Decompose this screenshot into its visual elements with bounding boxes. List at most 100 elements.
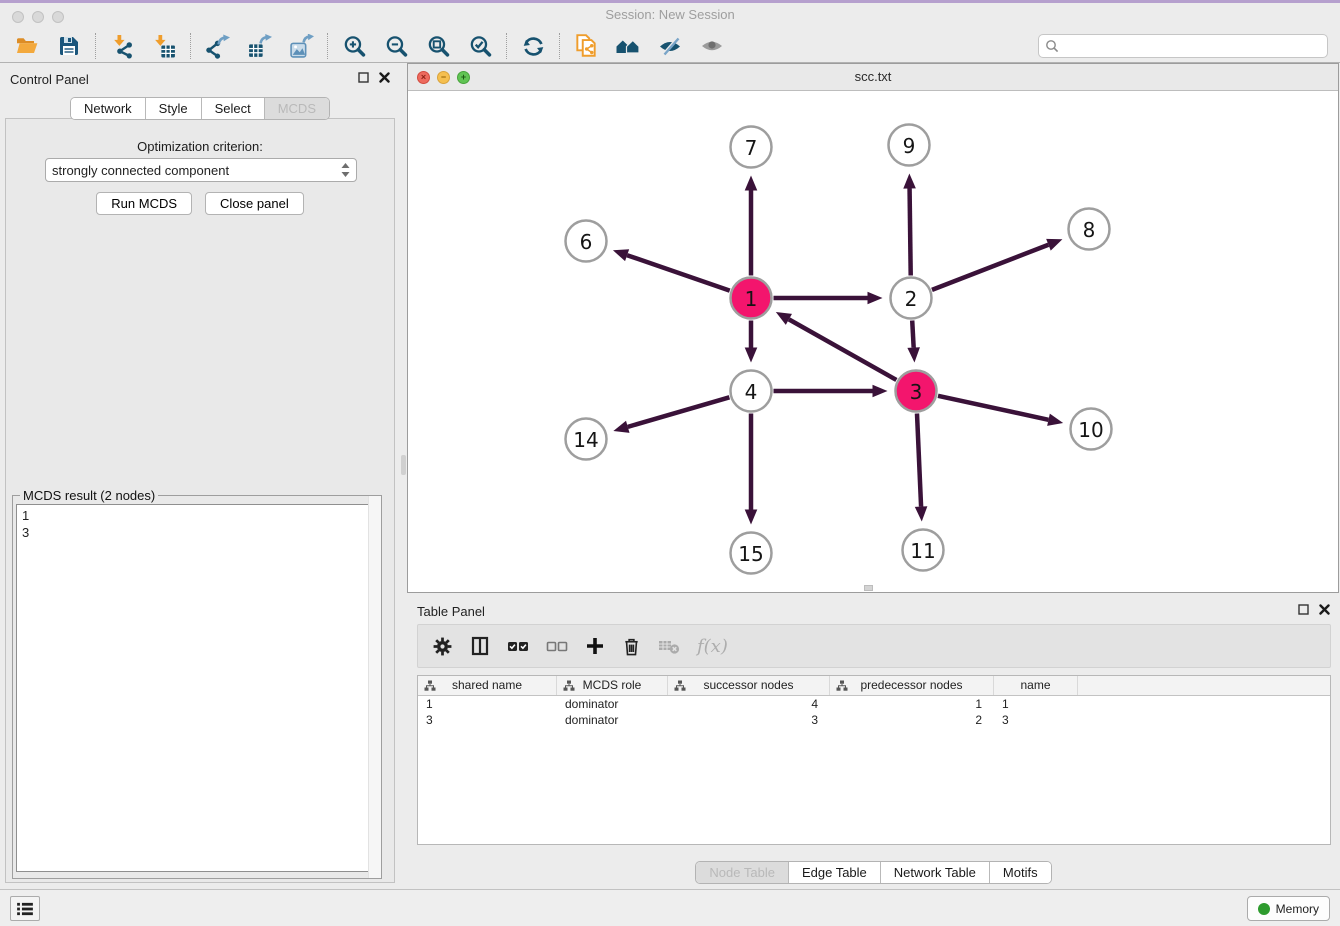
hide-graphics-details-button[interactable]: [649, 31, 691, 61]
minimize-view-icon[interactable]: −: [437, 71, 450, 84]
minimize-window-icon[interactable]: [32, 11, 44, 23]
open-session-button[interactable]: [6, 31, 48, 61]
cell-filler: [1078, 712, 1330, 728]
network-canvas[interactable]: 7968124314101511: [408, 91, 1338, 592]
table-row[interactable]: 3 dominator 3 2 3: [418, 712, 1330, 728]
toolbar-separator: [95, 33, 96, 59]
zoom-selected-button[interactable]: [459, 31, 501, 61]
delete-trash-icon[interactable]: [622, 636, 641, 657]
tab-network[interactable]: Network: [71, 98, 145, 119]
run-mcds-button[interactable]: Run MCDS: [96, 192, 192, 215]
table-settings-gear-icon[interactable]: [432, 636, 453, 657]
node-table[interactable]: shared name MCDS role successor nodes: [417, 675, 1331, 845]
close-panel-icon[interactable]: [379, 72, 390, 83]
import-table-button[interactable]: [143, 31, 185, 61]
criterion-select[interactable]: strongly connected component: [45, 158, 357, 182]
close-panel-icon[interactable]: [1319, 604, 1330, 615]
cell-predecessor-nodes[interactable]: 1: [830, 696, 994, 712]
table-row[interactable]: 1 dominator 4 1 1: [418, 696, 1330, 712]
cell-name[interactable]: 1: [994, 696, 1078, 712]
graph-edge-3-1[interactable]: [789, 319, 897, 380]
tab-mcds[interactable]: MCDS: [264, 98, 329, 119]
home-button[interactable]: [607, 31, 649, 61]
zoom-out-button[interactable]: [375, 31, 417, 61]
float-panel-icon[interactable]: [1298, 604, 1309, 615]
export-image-button[interactable]: [280, 31, 322, 61]
task-history-button[interactable]: [10, 896, 40, 921]
zoom-view-icon[interactable]: +: [457, 71, 470, 84]
column-header-filler: [1078, 676, 1330, 695]
tab-select[interactable]: Select: [201, 98, 264, 119]
panel-divider-handle[interactable]: [401, 455, 406, 475]
select-stepper-icon: [341, 162, 350, 178]
column-header-predecessor-nodes[interactable]: predecessor nodes: [830, 676, 994, 695]
cell-mcds-role[interactable]: dominator: [557, 712, 668, 728]
close-panel-button[interactable]: Close panel: [205, 192, 304, 215]
column-header-shared-name[interactable]: shared name: [418, 676, 557, 695]
float-panel-icon[interactable]: [358, 72, 369, 83]
mcds-result-legend: MCDS result (2 nodes): [20, 488, 158, 503]
network-column-icon: [674, 680, 686, 692]
graph-edge-3-11[interactable]: [917, 413, 921, 506]
cell-predecessor-nodes[interactable]: 2: [830, 712, 994, 728]
network-graph[interactable]: 7968124314101511: [408, 91, 1338, 592]
open-folder-icon: [14, 34, 40, 58]
tab-motifs[interactable]: Motifs: [989, 862, 1051, 883]
tab-style[interactable]: Style: [145, 98, 201, 119]
destroy-table-icon[interactable]: [658, 637, 680, 655]
cell-successor-nodes[interactable]: 4: [668, 696, 830, 712]
network-window-titlebar[interactable]: × − + scc.txt: [408, 64, 1338, 91]
graph-edge-2-3[interactable]: [912, 320, 913, 347]
search-input[interactable]: [1059, 39, 1321, 53]
graph-node-label: 7: [745, 136, 758, 160]
add-column-icon[interactable]: [585, 636, 605, 656]
column-header-successor-nodes[interactable]: successor nodes: [668, 676, 830, 695]
graph-edge-1-6[interactable]: [627, 255, 730, 290]
table-panel: Table Panel: [407, 595, 1340, 888]
graph-edge-3-10[interactable]: [938, 396, 1049, 420]
table-panel-title: Table Panel: [417, 604, 485, 619]
save-session-button[interactable]: [48, 31, 90, 61]
graph-edge-2-8[interactable]: [932, 245, 1048, 290]
cell-shared-name[interactable]: 1: [418, 696, 557, 712]
graph-edge-4-14[interactable]: [628, 397, 730, 427]
graph-node-label: 6: [580, 230, 593, 254]
tab-edge-table[interactable]: Edge Table: [788, 862, 880, 883]
view-resize-grip[interactable]: [864, 585, 873, 591]
refresh-view-button[interactable]: [512, 31, 554, 61]
clone-network-button[interactable]: [565, 31, 607, 61]
export-network-button[interactable]: [196, 31, 238, 61]
graph-edge-2-9[interactable]: [910, 188, 911, 275]
network-column-icon: [424, 680, 436, 692]
column-header-name[interactable]: name: [994, 676, 1078, 695]
graph-node-label: 2: [905, 287, 918, 311]
column-selector-icon[interactable]: [470, 636, 490, 656]
close-window-icon[interactable]: [12, 11, 24, 23]
result-scrollbar[interactable]: [368, 496, 381, 878]
window-controls[interactable]: [12, 11, 64, 23]
cell-shared-name[interactable]: 3: [418, 712, 557, 728]
cell-mcds-role[interactable]: dominator: [557, 696, 668, 712]
mcds-result-text[interactable]: 1 3: [16, 504, 377, 872]
show-view-button[interactable]: [691, 31, 733, 61]
zoom-fit-icon: [426, 34, 451, 59]
cell-name[interactable]: 3: [994, 712, 1078, 728]
maximize-window-icon[interactable]: [52, 11, 64, 23]
function-builder-button[interactable]: f(x): [697, 636, 728, 657]
column-header-mcds-role[interactable]: MCDS role: [557, 676, 668, 695]
tab-network-table[interactable]: Network Table: [880, 862, 989, 883]
cell-successor-nodes[interactable]: 3: [668, 712, 830, 728]
close-view-icon[interactable]: ×: [417, 71, 430, 84]
graph-edge-arrowhead: [873, 385, 888, 398]
export-table-icon: [247, 34, 272, 59]
import-network-button[interactable]: [101, 31, 143, 61]
search-box[interactable]: [1038, 34, 1328, 58]
memory-button[interactable]: Memory: [1247, 896, 1330, 921]
zoom-in-button[interactable]: [333, 31, 375, 61]
export-table-button[interactable]: [238, 31, 280, 61]
select-all-icon[interactable]: [507, 638, 529, 654]
zoom-fit-button[interactable]: [417, 31, 459, 61]
deselect-all-icon[interactable]: [546, 638, 568, 654]
toolbar-separator: [327, 33, 328, 59]
tab-node-table[interactable]: Node Table: [696, 862, 788, 883]
